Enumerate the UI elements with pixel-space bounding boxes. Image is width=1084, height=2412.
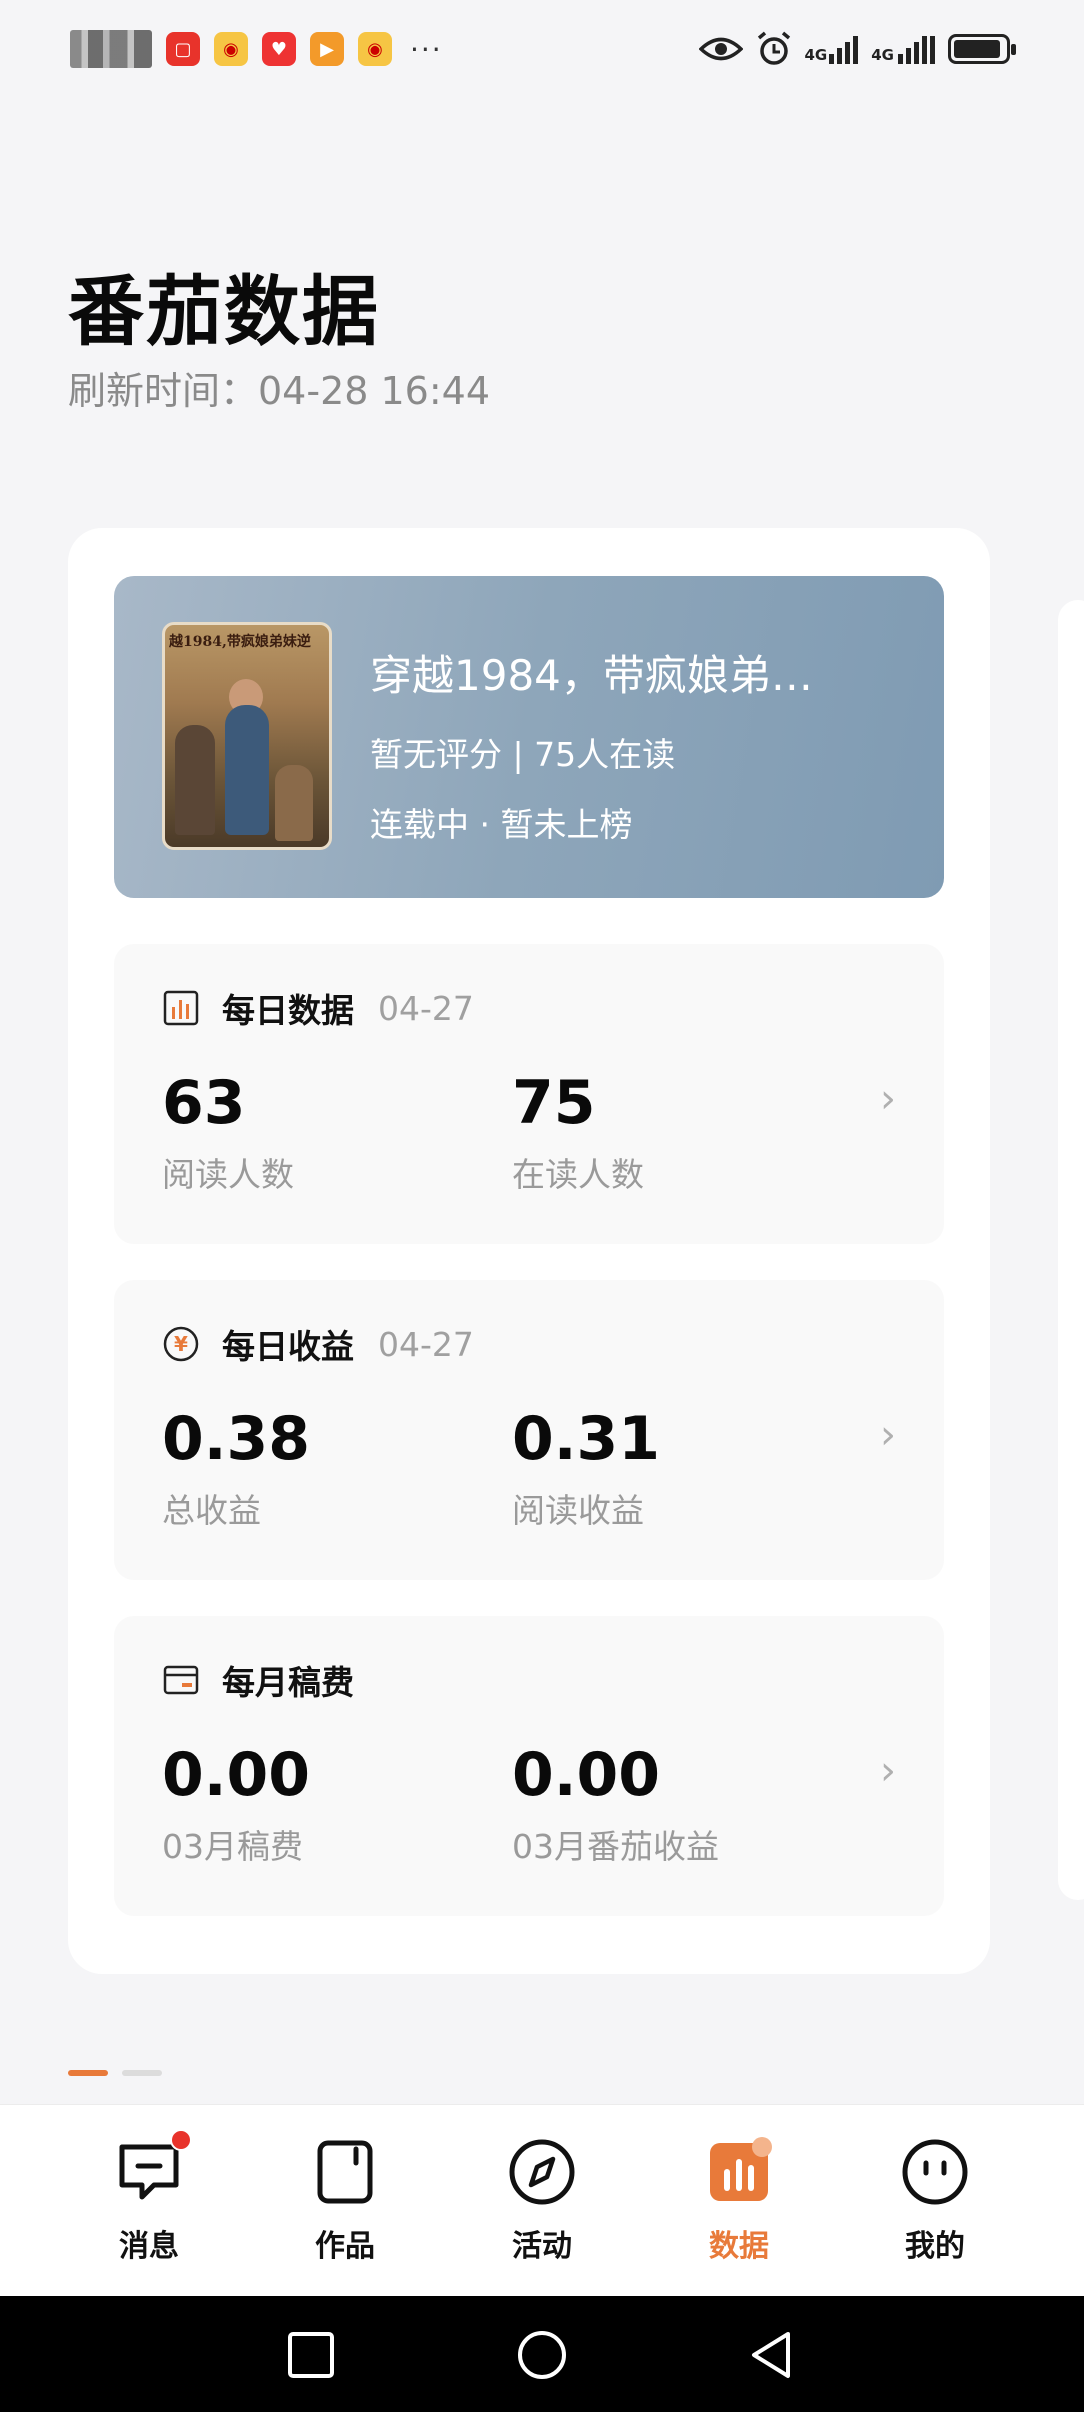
- back-button-icon[interactable]: [744, 2328, 798, 2382]
- reading-income-value: 0.31: [512, 1404, 661, 1474]
- weibo-icon: ◉: [358, 32, 392, 66]
- home-button-icon[interactable]: [515, 2328, 569, 2382]
- network-type: 4G: [804, 46, 828, 64]
- refresh-time: 刷新时间：04-28 16:44: [68, 369, 491, 413]
- bar-chart-icon: [162, 989, 200, 1027]
- reading-now-label: 在读人数: [512, 1155, 644, 1194]
- readers-value: 63: [162, 1068, 246, 1138]
- section-label: 每日数据: [222, 991, 354, 1030]
- section-header: 每月稿费: [162, 1656, 354, 1704]
- book-status: 连载中 · 暂未上榜: [370, 805, 633, 844]
- video-app-icon: ▶: [310, 32, 344, 66]
- monthly-fee-section[interactable]: 每月稿费 0.00 03月稿费 0.00 03月番茄收益 ›: [114, 1616, 944, 1916]
- wallet-icon: [162, 1661, 200, 1699]
- tab-activity[interactable]: 活动: [467, 2135, 617, 2265]
- chevron-right-icon: ›: [880, 1748, 896, 1794]
- section-header: ¥ 每日收益 04-27: [162, 1320, 474, 1368]
- system-nav-bar: [0, 2296, 1084, 2412]
- book-meta: 暂无评分 | 75人在读: [370, 735, 676, 774]
- recents-button-icon[interactable]: [284, 2328, 338, 2382]
- tab-label: 数据: [709, 2229, 769, 2264]
- chart-icon: [702, 2135, 776, 2209]
- status-left: ▢ ◉ ♥ ▶ ◉ ···: [70, 30, 443, 68]
- alarm-icon: [757, 31, 790, 65]
- section-date: 04-27: [378, 1324, 474, 1364]
- section-label: 每月稿费: [222, 1663, 354, 1702]
- reading-now-value: 75: [512, 1068, 596, 1138]
- network-type: 4G: [871, 46, 894, 64]
- tab-works[interactable]: 作品: [270, 2135, 420, 2265]
- status-bar: ▢ ◉ ♥ ▶ ◉ ··· 4G 4G: [0, 0, 1084, 110]
- compass-icon: [505, 2135, 579, 2209]
- tab-label: 消息: [119, 2229, 179, 2264]
- tab-messages[interactable]: 消息: [74, 2129, 224, 2265]
- total-income-value: 0.38: [162, 1404, 311, 1474]
- page-dot-active: [68, 2070, 108, 2076]
- book-title: 穿越1984，带疯娘弟…: [370, 651, 813, 700]
- tomato-income-value: 0.00: [512, 1740, 661, 1810]
- overflow-icon: ···: [410, 32, 443, 66]
- daily-income-section[interactable]: ¥ 每日收益 04-27 0.38 总收益 0.31 阅读收益 ›: [114, 1280, 944, 1580]
- status-right: 4G 4G: [698, 30, 1016, 68]
- huawei-app-icon: ▢: [166, 32, 200, 66]
- profile-icon: [898, 2135, 972, 2209]
- tab-label: 我的: [905, 2229, 965, 2264]
- tab-label: 活动: [512, 2229, 572, 2264]
- page-title: 番茄数据: [68, 267, 380, 356]
- page-dot: [122, 2070, 162, 2076]
- bottom-tab-bar: 消息 作品 活动 数据 我的: [0, 2104, 1084, 2297]
- heart-app-icon: ♥: [262, 32, 296, 66]
- weibo-icon: ◉: [214, 32, 248, 66]
- cover-title: 越1984,带疯娘弟妹逆: [169, 634, 311, 650]
- signal-icon: 4G: [805, 34, 860, 64]
- message-icon: [112, 2129, 192, 2209]
- tab-label: 作品: [315, 2229, 375, 2264]
- battery-icon: [948, 34, 1016, 64]
- total-income-label: 总收益: [162, 1491, 261, 1530]
- tomato-income-label: 03月番茄收益: [512, 1827, 719, 1866]
- tab-profile[interactable]: 我的: [860, 2135, 1010, 2265]
- book-data-card: 越1984,带疯娘弟妹逆 穿越1984，带疯娘弟… 暂无评分 | 75人在读 连…: [68, 528, 990, 1974]
- section-header: 每日数据 04-27: [162, 984, 474, 1032]
- section-date: 04-27: [378, 988, 474, 1028]
- book-cover: 越1984,带疯娘弟妹逆: [162, 622, 332, 850]
- page-indicator: [68, 2070, 162, 2076]
- eye-icon: [698, 37, 743, 61]
- yuan-icon: ¥: [162, 1325, 200, 1363]
- works-icon: [308, 2135, 382, 2209]
- tab-data[interactable]: 数据: [664, 2135, 814, 2265]
- notification-badge: [170, 2129, 192, 2151]
- next-card-peek[interactable]: [1058, 600, 1084, 1900]
- book-banner[interactable]: 越1984,带疯娘弟妹逆 穿越1984，带疯娘弟… 暂无评分 | 75人在读 连…: [114, 576, 944, 898]
- signal-icon: 4G: [871, 34, 936, 64]
- reading-income-label: 阅读收益: [512, 1491, 644, 1530]
- svg-text:¥: ¥: [174, 1332, 188, 1356]
- readers-label: 阅读人数: [162, 1155, 294, 1194]
- monthly-fee-label: 03月稿费: [162, 1827, 303, 1866]
- monthly-fee-value: 0.00: [162, 1740, 311, 1810]
- chevron-right-icon: ›: [880, 1076, 896, 1122]
- chevron-right-icon: ›: [880, 1412, 896, 1458]
- section-label: 每日收益: [222, 1327, 354, 1366]
- carrier-blurred: [70, 30, 152, 68]
- daily-data-section[interactable]: 每日数据 04-27 63 阅读人数 75 在读人数 ›: [114, 944, 944, 1244]
